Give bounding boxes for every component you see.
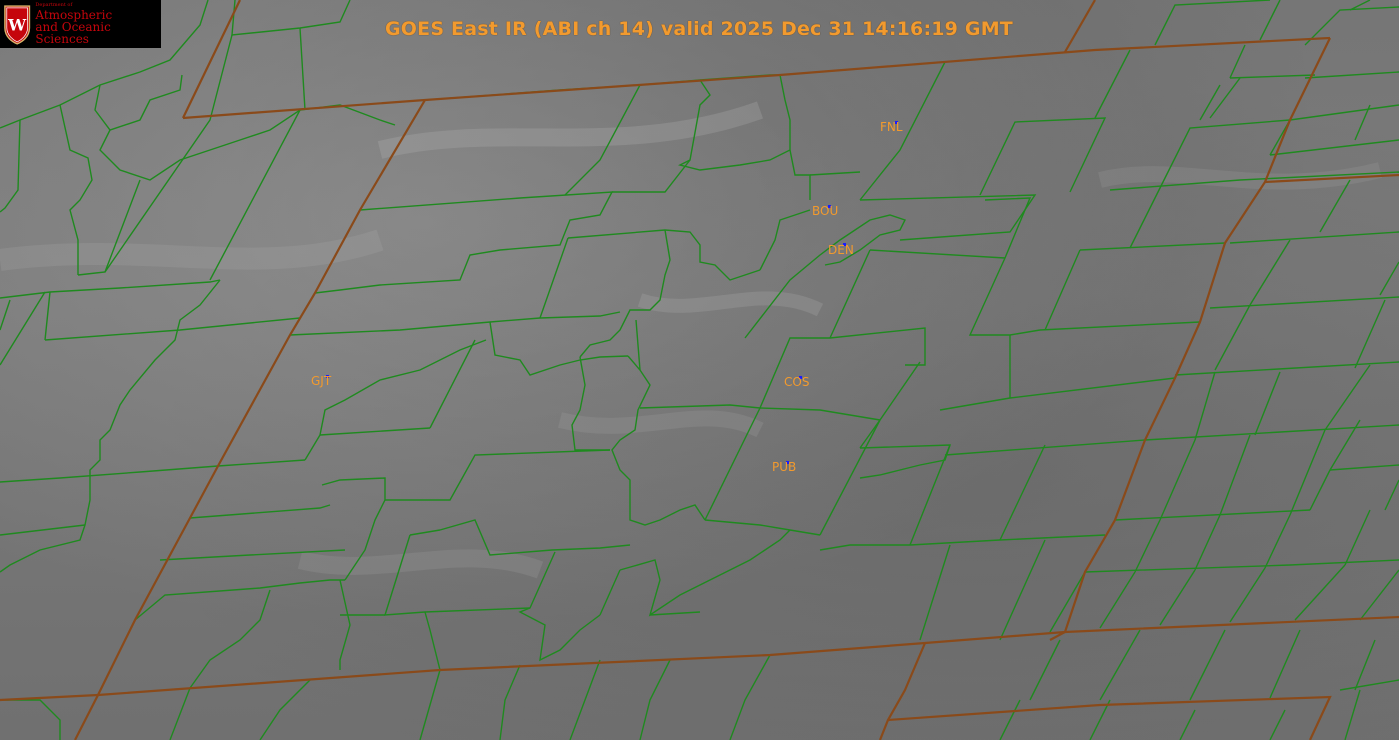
station-label-den: DEN (828, 243, 854, 257)
station-label-fnl: FNL (880, 120, 903, 134)
satellite-image-frame: W Department of Atmospheric and Oceanic … (0, 0, 1399, 740)
image-title: GOES East IR (ABI ch 14) valid 2025 Dec … (385, 18, 1013, 40)
logo-line-2: and Oceanic Sciences (35, 20, 111, 46)
county-boundaries (0, 0, 1399, 740)
crest-letter: W (7, 16, 27, 35)
station-label-pub: PUB (772, 460, 797, 474)
station-label-gjt: GJT (311, 374, 332, 388)
logo-text: Department of Atmospheric and Oceanic Sc… (35, 3, 161, 46)
station-label-cos: COS (784, 375, 810, 389)
station-label-bou: BOU (812, 204, 839, 218)
map-overlay (0, 0, 1399, 740)
aos-logo: W Department of Atmospheric and Oceanic … (0, 0, 161, 48)
cloud-texture (0, 101, 1382, 579)
uw-crest-icon: W (4, 5, 31, 45)
